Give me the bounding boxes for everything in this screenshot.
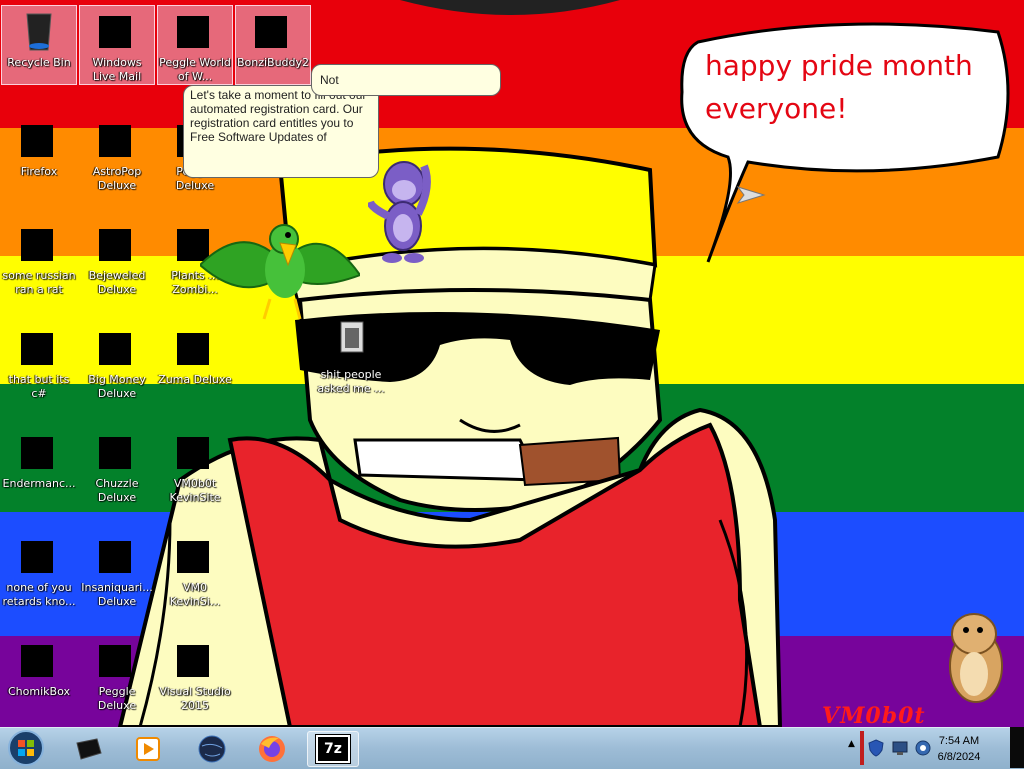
folder-icon — [249, 6, 297, 54]
not-balloon-text: Not — [320, 73, 339, 87]
desktop-icon-label: ChomikBox — [8, 685, 70, 698]
taskbar-button-globe[interactable] — [186, 731, 238, 767]
start-button[interactable] — [6, 729, 46, 767]
terminal-icon — [76, 738, 102, 760]
astropop-icon — [93, 115, 141, 163]
desktop-icon-label: Peggle Deluxe — [97, 685, 137, 712]
desktop-icon-some-russian-ran-a-rat[interactable]: some russian ran a rat — [1, 219, 77, 297]
desktop-icon-zuma[interactable]: Zuma Deluxe — [157, 323, 233, 387]
not-speech-balloon[interactable]: Not — [311, 64, 501, 96]
desktop-icon-label: shit people asked me ... — [317, 368, 385, 395]
taskbar-button-firefox[interactable] — [246, 731, 298, 767]
peggle-icon — [93, 635, 141, 683]
app-icon — [15, 427, 63, 475]
peggle-icon — [171, 6, 219, 54]
paper-plane-icon — [736, 186, 766, 204]
shield-icon[interactable] — [868, 739, 884, 757]
desktop-icon-insaniquarium[interactable]: Insaniquari... Deluxe — [79, 531, 155, 609]
desktop: Recycle Bin Windows Live Mail Peggle Wor… — [0, 0, 1024, 727]
desktop-icon-label: VM0 KevinSi... — [169, 581, 221, 608]
desktop-icon-chomikbox[interactable]: ChomikBox — [1, 635, 77, 699]
pride-speech-text: happy pride month everyone! — [705, 49, 973, 125]
bejeweled-icon — [93, 219, 141, 267]
firefox-icon — [259, 736, 285, 762]
desktop-icon-label: Visual Studio 2015 — [159, 685, 231, 712]
globe-icon — [198, 735, 226, 763]
desktop-icon-label: Chuzzle Deluxe — [95, 477, 139, 504]
app-icon — [15, 531, 63, 579]
desktop-icon-astropop[interactable]: AstroPop Deluxe — [79, 115, 155, 193]
desktop-icon-recycle-bin[interactable]: Recycle Bin — [1, 5, 77, 85]
desktop-icon-peggle-deluxe[interactable]: Peggle Deluxe — [79, 635, 155, 713]
visual-studio-icon — [171, 635, 219, 683]
show-hidden-icons-button[interactable]: ▲ — [848, 739, 858, 755]
registration-speech-balloon[interactable]: Let's take a moment to fill out our auto… — [183, 85, 379, 178]
7zip-icon-label: 7z — [324, 741, 342, 757]
site-icon — [171, 531, 219, 579]
desktop-icon-label: Bejeweled Deluxe — [88, 269, 146, 296]
desktop-icon-endermanch[interactable]: Endermanc... — [1, 427, 77, 491]
tray-tab-red — [860, 731, 864, 765]
desktop-icon-label: Endermanc... — [2, 477, 76, 490]
money-bag-icon — [93, 323, 141, 371]
clock-time: 7:54 AM — [938, 735, 980, 747]
site-icon — [171, 427, 219, 475]
desktop-icon-big-money[interactable]: Big Money Deluxe — [79, 323, 155, 401]
desktop-icon-none-of-you[interactable]: none of you retards kno... — [1, 531, 77, 609]
desktop-icon-label: none of you retards kno... — [2, 581, 76, 608]
desktop-icon-windows-live-mail[interactable]: Windows Live Mail — [79, 5, 155, 85]
app-icon — [15, 219, 63, 267]
text-file-icon — [327, 318, 375, 366]
chuzzle-icon — [93, 427, 141, 475]
desktop-icon-chuzzle[interactable]: Chuzzle Deluxe — [79, 427, 155, 505]
chomikbox-icon — [15, 635, 63, 683]
desktop-icon-label: Insaniquari... Deluxe — [81, 581, 153, 608]
mail-icon — [93, 6, 141, 54]
firefox-icon — [15, 115, 63, 163]
watermark-text: VM0b0t — [822, 703, 926, 727]
clock-date: 6/8/2024 — [937, 751, 981, 763]
media-player-icon — [136, 737, 160, 761]
zuma-icon — [171, 323, 219, 371]
taskbar-clock[interactable]: 7:54 AM 6/8/2024 — [924, 733, 994, 765]
desktop-icon-that-but-its-csharp[interactable]: that but its c# — [1, 323, 77, 401]
desktop-icon-vm0b0t-kevinsite[interactable]: VM0b0t KevinSite — [157, 427, 233, 505]
registration-balloon-text: Let's take a moment to fill out our auto… — [190, 88, 367, 144]
taskbar-button-7zip[interactable]: 7z — [307, 731, 359, 767]
file-icon — [15, 323, 63, 371]
desktop-icon-label: that but its c# — [8, 373, 70, 400]
desktop-icon-label: AstroPop Deluxe — [92, 165, 142, 192]
desktop-icon-firefox[interactable]: Firefox — [1, 115, 77, 179]
windows-orb-icon — [8, 730, 44, 766]
7zip-icon: 7z — [315, 734, 351, 764]
desktop-icon-label: VM0b0t KevinSite — [169, 477, 221, 504]
desktop-icon-label: Recycle Bin — [7, 56, 71, 69]
desktop-icon-shit-people-asked-me[interactable]: shit people asked me ... — [313, 318, 389, 396]
desktop-icon-bejeweled[interactable]: Bejeweled Deluxe — [79, 219, 155, 297]
desktop-icon-peggle-world[interactable]: Peggle World of W... — [157, 5, 233, 85]
parrot-character[interactable] — [200, 215, 360, 325]
insaniquarium-icon — [93, 531, 141, 579]
desktop-icon-label: Windows Live Mail — [92, 56, 142, 83]
desktop-icon-label: Firefox — [20, 165, 58, 178]
hamster-character[interactable] — [940, 606, 1010, 706]
desktop-icon-label: Peggle World of W... — [159, 56, 231, 83]
recycle-bin-icon — [15, 6, 63, 54]
desktop-icon-label: Big Money Deluxe — [88, 373, 146, 400]
taskbar-button-terminal[interactable] — [62, 731, 114, 767]
desktop-icon-visual-studio-2015[interactable]: Visual Studio 2015 — [157, 635, 233, 713]
bonzibuddy-character[interactable] — [368, 156, 438, 266]
desktop-icon-label: some russian ran a rat — [2, 269, 76, 296]
desktop-icon-bonzibuddy2[interactable]: BonziBuddy2 — [235, 5, 311, 85]
desktop-icon-vm0-kevinsite[interactable]: VM0 KevinSi... — [157, 531, 233, 609]
desktop-icon-label: Zuma Deluxe — [158, 373, 232, 386]
show-desktop-button[interactable] — [1010, 727, 1024, 768]
taskbar-button-media-player[interactable] — [122, 731, 174, 767]
network-icon[interactable] — [892, 740, 908, 756]
desktop-icon-label: BonziBuddy2 — [236, 56, 310, 69]
